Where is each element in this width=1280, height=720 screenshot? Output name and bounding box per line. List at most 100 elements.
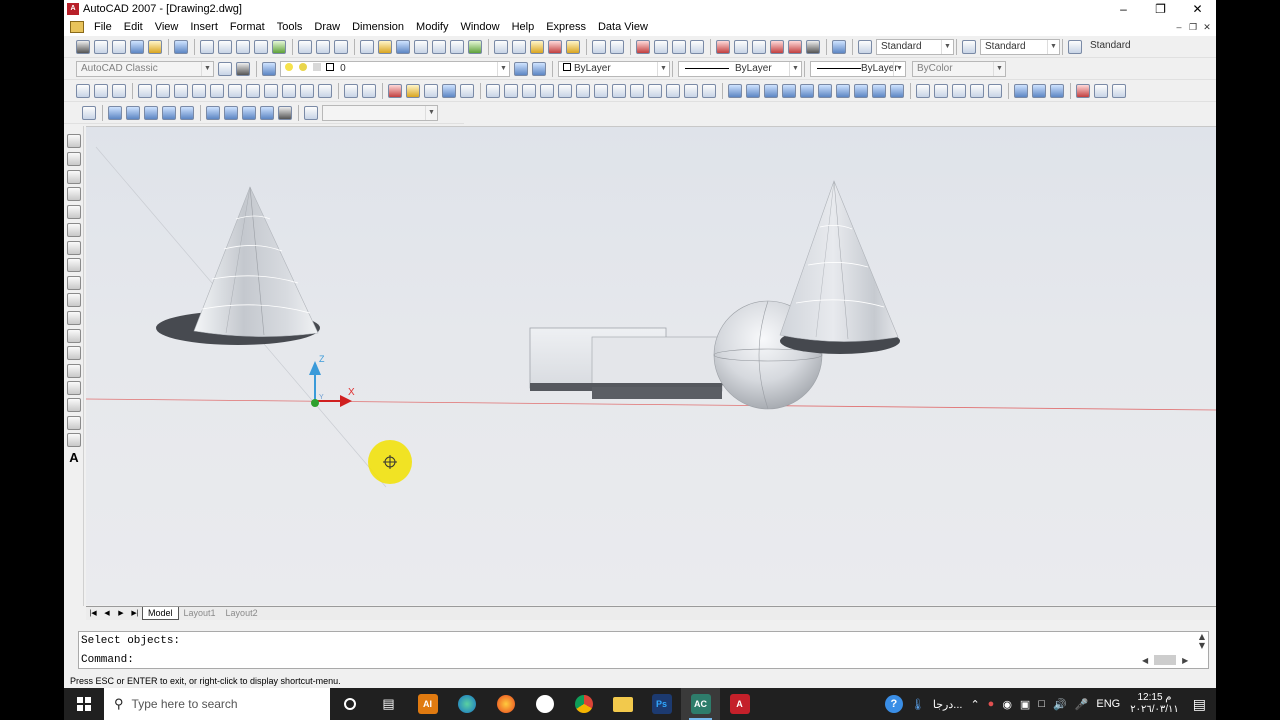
spline-icon[interactable] (67, 276, 81, 290)
apply-ucs-icon[interactable] (702, 84, 716, 98)
intersect-icon[interactable] (1050, 84, 1064, 98)
pan-icon[interactable] (636, 40, 650, 54)
tool-palettes-icon[interactable] (752, 40, 766, 54)
wedge-icon[interactable] (764, 84, 778, 98)
dim-style-select[interactable]: Standard ▼ (980, 39, 1060, 55)
sweep-icon[interactable] (952, 84, 966, 98)
photoshop-app[interactable]: Ps (642, 688, 681, 720)
clock[interactable]: 12:15 م ٢٠٢٦/٠٣/١١ (1130, 692, 1179, 716)
markup-icon[interactable] (788, 40, 802, 54)
first-tab-icon[interactable]: |◀ (86, 608, 100, 620)
tab-layout2[interactable]: Layout2 (221, 607, 263, 620)
3d-dwf-icon[interactable] (468, 40, 482, 54)
thermometer-icon[interactable]: 🌡 (911, 698, 925, 711)
cortana-button[interactable] (330, 688, 369, 720)
menu-file[interactable]: File (88, 18, 118, 36)
autocad-app[interactable]: A (720, 688, 759, 720)
left-view-icon[interactable] (174, 84, 188, 98)
gradient-icon[interactable] (67, 398, 81, 412)
named-views-2-icon[interactable] (304, 106, 318, 120)
menu-tools[interactable]: Tools (271, 18, 309, 36)
plot-icon[interactable] (414, 40, 428, 54)
help-tray-icon[interactable]: ? (884, 695, 903, 713)
ucs-x-icon[interactable] (648, 84, 662, 98)
fly-icon[interactable] (406, 84, 420, 98)
zoom-center-icon[interactable] (272, 40, 286, 54)
ne-iso-icon[interactable] (282, 84, 296, 98)
right-cone[interactable] (779, 180, 900, 354)
block-editor-icon[interactable] (566, 40, 580, 54)
planar-surface-icon[interactable] (890, 84, 904, 98)
my-workspace-icon[interactable] (236, 62, 250, 76)
undo-icon[interactable] (592, 40, 606, 54)
ucs-3point-icon[interactable] (630, 84, 644, 98)
menu-format[interactable]: Format (224, 18, 271, 36)
visual-styles-icon[interactable] (460, 84, 474, 98)
subtract-icon[interactable] (1032, 84, 1046, 98)
shade-icon[interactable] (442, 84, 456, 98)
next-tab-icon[interactable]: ▶ (114, 608, 128, 620)
menu-data-view[interactable]: Data View (592, 18, 654, 36)
torus-icon[interactable] (836, 84, 850, 98)
named-views-icon[interactable] (362, 84, 376, 98)
save-icon[interactable] (396, 40, 410, 54)
plot-preview-icon[interactable] (432, 40, 446, 54)
menu-help[interactable]: Help (506, 18, 541, 36)
command-scroll-icon[interactable]: ▲ ▼ (1196, 632, 1208, 650)
zoom-out-icon[interactable] (316, 40, 330, 54)
layer-previous-icon[interactable] (532, 62, 546, 76)
redo-icon[interactable] (610, 40, 624, 54)
properties-icon[interactable] (716, 40, 730, 54)
workspace-select[interactable]: AutoCAD Classic ▼ (76, 61, 214, 77)
match-properties-icon[interactable] (548, 40, 562, 54)
front-view-icon[interactable] (210, 84, 224, 98)
sheet-set-icon[interactable] (770, 40, 784, 54)
workspace-settings-icon[interactable] (218, 62, 232, 76)
dim-style-icon[interactable] (962, 40, 976, 54)
tab-model[interactable]: Model (142, 607, 179, 620)
region-icon[interactable] (67, 416, 81, 430)
hatch-icon[interactable] (67, 381, 81, 395)
plotstyle-select[interactable]: ByColor ▼ (912, 61, 1006, 77)
zoom-previous-icon[interactable] (690, 40, 704, 54)
union-icon[interactable] (1014, 84, 1028, 98)
box-solid[interactable] (529, 327, 747, 399)
text-style-select[interactable]: Standard ▼ (876, 39, 954, 55)
table-style-select[interactable]: Standard (1086, 39, 1156, 55)
ucs-object-icon[interactable] (558, 84, 572, 98)
doc-minimize-icon[interactable]: – (1172, 18, 1186, 36)
make-block-icon[interactable] (67, 346, 81, 360)
notification-icon[interactable]: ▤ (1193, 696, 1206, 713)
orbit-icon[interactable] (76, 84, 90, 98)
ucs-z-icon[interactable] (684, 84, 698, 98)
back-view-icon[interactable] (228, 84, 242, 98)
visual-styles-manager-icon[interactable] (180, 106, 194, 120)
close-button[interactable]: ✕ (1179, 0, 1216, 18)
ucs-view-icon[interactable] (576, 84, 590, 98)
display-tray-icon[interactable]: □ (1038, 698, 1045, 710)
make-layer-current-icon[interactable] (514, 62, 528, 76)
chrome-app[interactable] (564, 688, 603, 720)
cut-icon[interactable] (494, 40, 508, 54)
free-orbit-icon[interactable] (94, 84, 108, 98)
zoom-dynamic-icon[interactable] (236, 40, 250, 54)
pyramid-icon[interactable] (854, 84, 868, 98)
ucs-icon[interactable] (486, 84, 500, 98)
file-explorer-app[interactable] (603, 688, 642, 720)
menu-view[interactable]: View (149, 18, 185, 36)
layer-select[interactable]: 0 ▼ (280, 61, 510, 77)
microphone-icon[interactable]: 🎤 (1075, 698, 1089, 711)
command-line[interactable]: Select objects: Command: ▲ ▼ ◀ ▶ (78, 631, 1209, 669)
camera-icon[interactable] (318, 84, 332, 98)
minimize-button[interactable]: – (1105, 0, 1142, 18)
walk-settings-icon[interactable] (424, 84, 438, 98)
box-solid-icon[interactable] (746, 84, 760, 98)
box-icon[interactable] (94, 40, 108, 54)
scroll-thumb[interactable] (1154, 655, 1177, 665)
ellipse-arc-icon[interactable] (67, 311, 81, 325)
revision-cloud-icon[interactable] (67, 258, 81, 272)
left-cone[interactable] (156, 186, 320, 345)
menu-draw[interactable]: Draw (308, 18, 346, 36)
color-select[interactable]: ByLayer ▼ (558, 61, 670, 77)
menu-window[interactable]: Window (454, 18, 505, 36)
